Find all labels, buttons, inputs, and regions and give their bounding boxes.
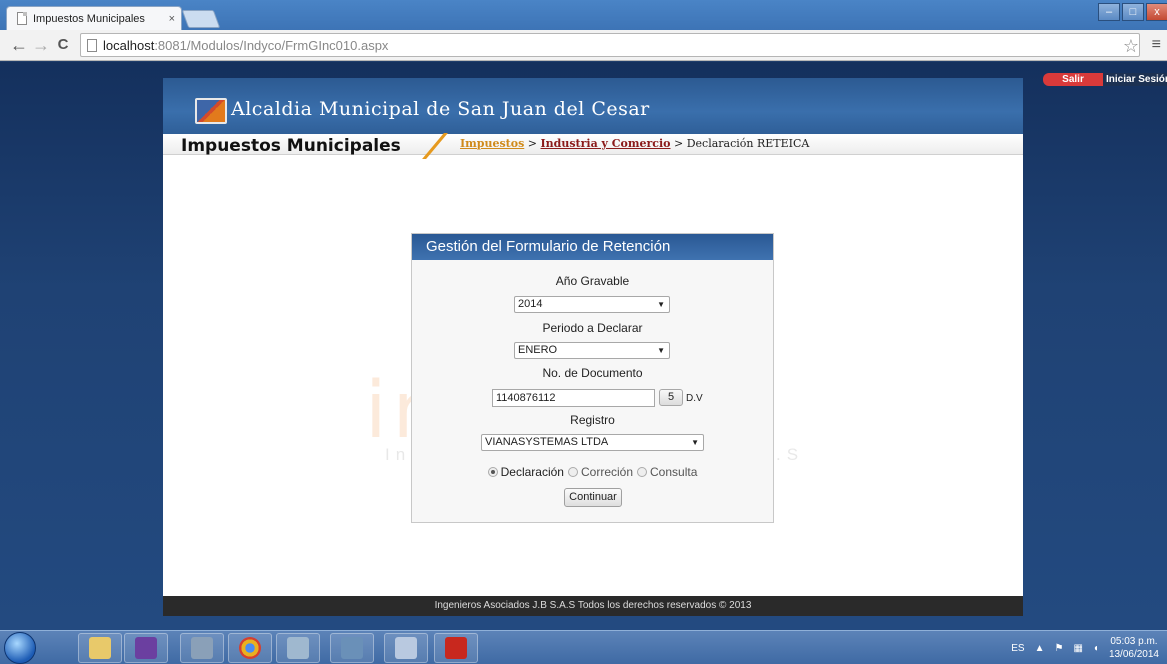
- retention-form-panel: Gestión del Formulario de Retención Año …: [411, 233, 774, 523]
- action-center-flag-icon[interactable]: ⚑: [1054, 643, 1063, 654]
- site-title: Alcaldia Municipal de San Juan del Cesar: [231, 98, 650, 120]
- section-divider: [422, 133, 448, 159]
- form-heading: Gestión del Formulario de Retención: [412, 234, 773, 260]
- documento-input[interactable]: 1140876112: [492, 389, 655, 407]
- taskbar-clock[interactable]: 05:03 p.m. 13/06/2014: [1109, 635, 1159, 661]
- breadcrumb-current: Declaración RETEICA: [686, 137, 810, 150]
- windows-taskbar: ES ▲ ⚑ ▦ ◖ 05:03 p.m. 13/06/2014: [0, 630, 1167, 664]
- volume-icon[interactable]: ◖: [1093, 643, 1099, 654]
- paint-taskbar-icon[interactable]: [384, 633, 428, 663]
- site-container: Alcaldia Municipal de San Juan del Cesar…: [163, 78, 1023, 616]
- browser-tab[interactable]: Impuestos Municipales ×: [6, 6, 182, 30]
- iniciar-sesion-button[interactable]: Iniciar Sesión: [1103, 73, 1167, 86]
- dropdown-arrow-icon: ▼: [691, 438, 699, 447]
- tab-close-icon[interactable]: ×: [169, 13, 175, 25]
- ano-gravable-value: 2014: [518, 298, 543, 310]
- dv-label: D.V: [686, 393, 703, 404]
- url-path: :8081/Modulos/Indyco/FrmGInc010.aspx: [154, 37, 389, 53]
- network-icon[interactable]: ▦: [1073, 643, 1082, 654]
- radio-correccion-label: Correción: [580, 465, 634, 479]
- radio-unselected-icon: [567, 467, 578, 477]
- documento-label: No. de Documento: [542, 366, 643, 380]
- breadcrumb: Impuestos > Industria y Comercio > Decla…: [460, 137, 809, 150]
- browser-tabstrip: Impuestos Municipales × – □ x: [0, 0, 1167, 30]
- radio-unselected-icon: [637, 467, 648, 477]
- new-tab-button[interactable]: [181, 10, 221, 28]
- file-explorer-taskbar-icon[interactable]: [78, 633, 122, 663]
- municipal-emblem-icon: [195, 98, 227, 124]
- breadcrumb-separator: >: [524, 137, 541, 150]
- breadcrumb-separator: >: [670, 137, 687, 150]
- chrome-taskbar-icon[interactable]: [228, 633, 272, 663]
- dv-field[interactable]: 5: [659, 389, 683, 406]
- browser-menu-icon[interactable]: ≡: [1152, 36, 1161, 54]
- address-bar[interactable]: localhost :8081/Modulos/Indyco/FrmGInc01…: [80, 33, 1140, 57]
- bookmark-star-icon[interactable]: ☆: [1123, 36, 1139, 57]
- continuar-button[interactable]: Continuar: [564, 488, 622, 507]
- ano-gravable-label: Año Gravable: [555, 274, 630, 288]
- section-title: Impuestos Municipales: [181, 136, 401, 156]
- forward-arrow-icon[interactable]: →: [30, 35, 52, 55]
- database-tool-taskbar-icon[interactable]: [330, 633, 374, 663]
- registro-label: Registro: [570, 413, 615, 427]
- reload-icon[interactable]: C: [52, 35, 74, 55]
- page-viewport: Salir Iniciar Sesión Alcaldia Municipal …: [0, 62, 1167, 630]
- salir-button[interactable]: Salir: [1043, 73, 1103, 86]
- dropdown-arrow-icon: ▼: [657, 346, 665, 355]
- language-indicator[interactable]: ES: [1011, 643, 1024, 654]
- window-close-control: x: [1144, 3, 1167, 21]
- browser-toolbar: ← → C localhost :8081/Modulos/Indyco/Frm…: [0, 30, 1167, 61]
- maximize-button[interactable]: □: [1122, 3, 1144, 21]
- page-icon: [87, 38, 97, 52]
- radio-consulta[interactable]: Consulta: [637, 465, 697, 479]
- periodo-select[interactable]: ENERO ▼: [514, 342, 670, 359]
- window-controls: – □: [1096, 3, 1144, 21]
- site-footer: Ingenieros Asociados J.B S.A.S Todos los…: [163, 596, 1023, 616]
- radio-declaracion[interactable]: Declaración: [487, 465, 564, 479]
- url-host: localhost: [103, 37, 155, 53]
- registro-value: VIANASYSTEMAS LTDA: [485, 436, 609, 448]
- periodo-value: ENERO: [518, 344, 558, 356]
- acrobat-reader-taskbar-icon[interactable]: [434, 633, 478, 663]
- ano-gravable-select[interactable]: 2014 ▼: [514, 296, 670, 313]
- action-radio-group: Declaración Correción Consulta: [412, 465, 773, 479]
- back-arrow-icon[interactable]: ←: [8, 35, 30, 55]
- dropdown-arrow-icon: ▼: [657, 300, 665, 309]
- clock-time: 05:03 p.m.: [1110, 636, 1158, 647]
- system-tray: ES ▲ ⚑ ▦ ◖ 05:03 p.m. 13/06/2014: [1011, 631, 1159, 664]
- tab-title: Impuestos Municipales: [33, 12, 145, 25]
- visual-studio-taskbar-icon[interactable]: [124, 633, 168, 663]
- section-bar: Impuestos Municipales Impuestos > Indust…: [163, 133, 1023, 159]
- breadcrumb-impuestos-link[interactable]: Impuestos: [460, 137, 524, 150]
- app-taskbar-icon[interactable]: [180, 633, 224, 663]
- radio-correccion[interactable]: Correción: [567, 465, 634, 479]
- close-window-button[interactable]: x: [1146, 3, 1167, 21]
- clock-date: 13/06/2014: [1108, 649, 1159, 660]
- tray-expand-icon[interactable]: ▲: [1035, 643, 1045, 654]
- page-icon: [17, 12, 27, 25]
- start-button[interactable]: [4, 632, 36, 664]
- radio-consulta-label: Consulta: [650, 465, 698, 479]
- registro-select[interactable]: VIANASYSTEMAS LTDA ▼: [481, 434, 704, 451]
- breadcrumb-industria-link[interactable]: Industria y Comercio: [541, 137, 671, 150]
- periodo-label: Periodo a Declarar: [542, 321, 643, 335]
- radio-declaracion-label: Declaración: [500, 465, 564, 479]
- radio-selected-icon: [487, 467, 498, 477]
- site-header: Alcaldia Municipal de San Juan del Cesar: [163, 78, 1023, 134]
- minimize-button[interactable]: –: [1098, 3, 1120, 21]
- network-tool-taskbar-icon[interactable]: [276, 633, 320, 663]
